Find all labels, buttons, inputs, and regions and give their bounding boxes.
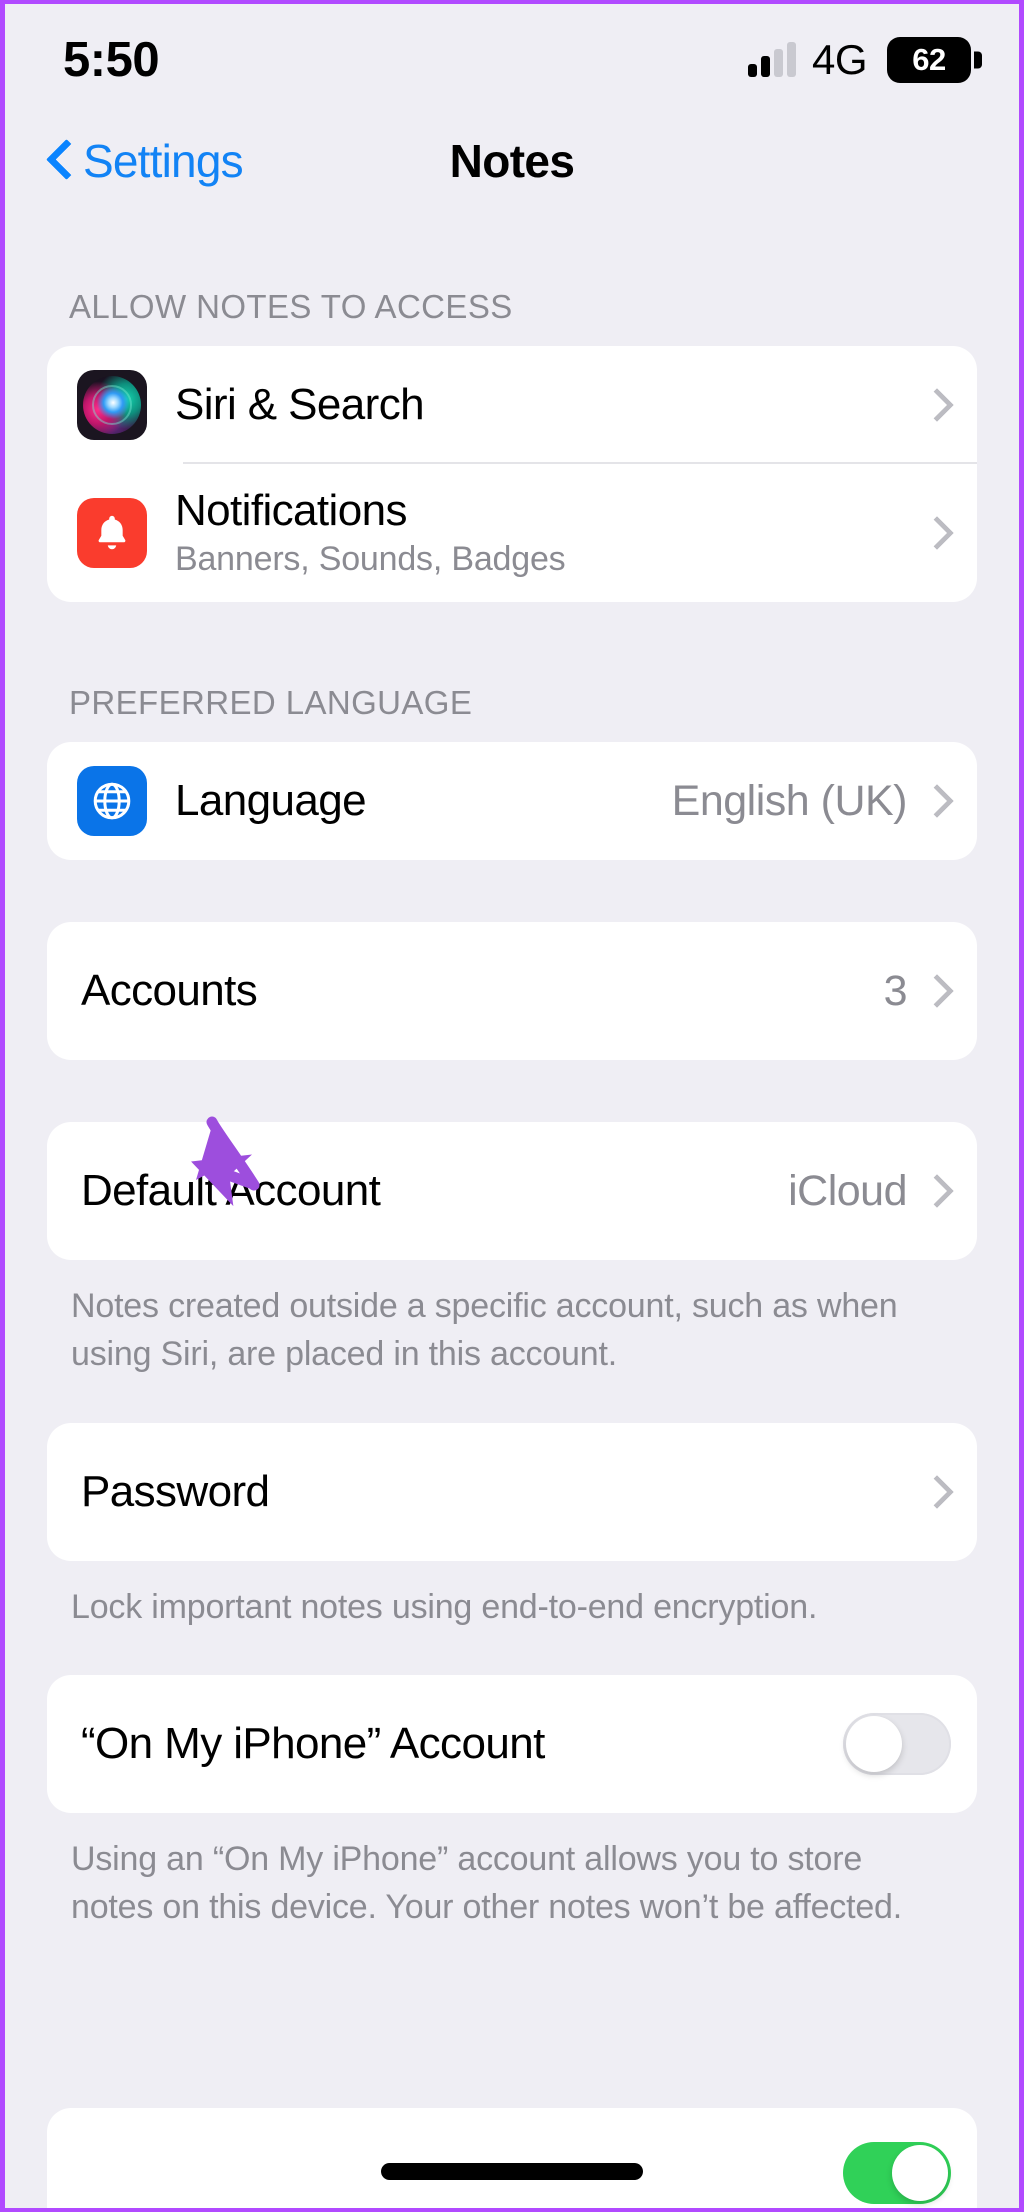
status-indicators: 4G 62 — [747, 36, 971, 84]
row-title-password: Password — [81, 1466, 270, 1516]
settings-list: ALLOW NOTES TO ACCESS Siri & Search Noti… — [5, 288, 1019, 1931]
battery-percent-label: 62 — [912, 42, 946, 77]
default-account-card: Default Account iCloud — [47, 1122, 977, 1260]
chevron-right-icon — [925, 1475, 945, 1509]
row-title-siri-search: Siri & Search — [175, 380, 425, 430]
chevron-right-icon — [925, 516, 945, 550]
row-subtitle-notifications: Banners, Sounds, Badges — [175, 540, 566, 579]
back-button[interactable]: Settings — [45, 134, 244, 188]
allow-access-card: Siri & Search Notifications Banners, Sou… — [47, 346, 977, 602]
status-time: 5:50 — [63, 33, 160, 87]
row-value-default-account: iCloud — [788, 1166, 907, 1215]
status-bar: 5:50 4G 62 — [5, 4, 1019, 116]
bottom-partial-card — [47, 2108, 977, 2208]
row-value-language: English (UK) — [671, 776, 908, 825]
row-title-default-account: Default Account — [81, 1166, 381, 1216]
chevron-right-icon — [925, 388, 945, 422]
globe-icon — [77, 766, 147, 836]
row-title-accounts: Accounts — [81, 966, 258, 1016]
chevron-right-icon — [925, 784, 945, 818]
chevron-right-icon — [925, 974, 945, 1008]
footer-on-my-iphone: Using an “On My iPhone” account allows y… — [71, 1839, 902, 1927]
navigation-bar: Settings Notes — [5, 116, 1019, 206]
sidebar-item-language[interactable]: Language English (UK) — [47, 742, 977, 860]
preferred-language-card: Language English (UK) — [47, 742, 977, 860]
section-header-allow-access: ALLOW NOTES TO ACCESS — [69, 288, 513, 325]
phone-screen: 5:50 4G 62 Settings Notes ALLOW NOTES TO… — [0, 0, 1024, 2212]
toggle-knob — [892, 2145, 948, 2201]
signal-bars-icon — [747, 42, 796, 77]
toggle-knob — [846, 1715, 902, 1772]
accounts-card: Accounts 3 — [47, 922, 977, 1060]
password-card: Password — [47, 1422, 977, 1561]
row-value-accounts: 3 — [883, 966, 908, 1015]
sidebar-item-default-account[interactable]: Default Account iCloud — [47, 1122, 977, 1260]
on-my-iphone-card: “On My iPhone” Account — [47, 1674, 977, 1813]
sidebar-item-siri-search[interactable]: Siri & Search — [47, 346, 977, 464]
chevron-right-icon — [925, 1174, 945, 1208]
section-header-preferred-language: PREFERRED LANGUAGE — [69, 684, 473, 721]
row-title-language: Language — [175, 776, 367, 826]
sidebar-item-password[interactable]: Password — [47, 1423, 977, 1561]
toggle-on-my-iphone-account[interactable] — [843, 1712, 951, 1775]
row-title-notifications: Notifications — [175, 485, 407, 535]
chevron-left-icon — [45, 139, 71, 183]
siri-icon — [77, 370, 147, 440]
footer-default-account: Notes created outside a specific account… — [71, 1287, 898, 1374]
back-button-label: Settings — [83, 135, 244, 187]
sidebar-item-notifications[interactable]: Notifications Banners, Sounds, Badges — [47, 464, 977, 602]
battery-icon: 62 — [887, 37, 971, 83]
home-indicator — [381, 2163, 643, 2180]
network-type-label: 4G — [811, 36, 868, 83]
sidebar-item-accounts[interactable]: Accounts 3 — [47, 922, 977, 1060]
notifications-bell-icon — [77, 498, 147, 568]
footer-password: Lock important notes using end-to-end en… — [71, 1587, 818, 1626]
row-on-my-iphone-account: “On My iPhone” Account — [47, 1675, 977, 1813]
row-title-on-my-iphone: “On My iPhone” Account — [81, 1719, 545, 1769]
toggle-bottom-partial[interactable] — [843, 2142, 951, 2204]
